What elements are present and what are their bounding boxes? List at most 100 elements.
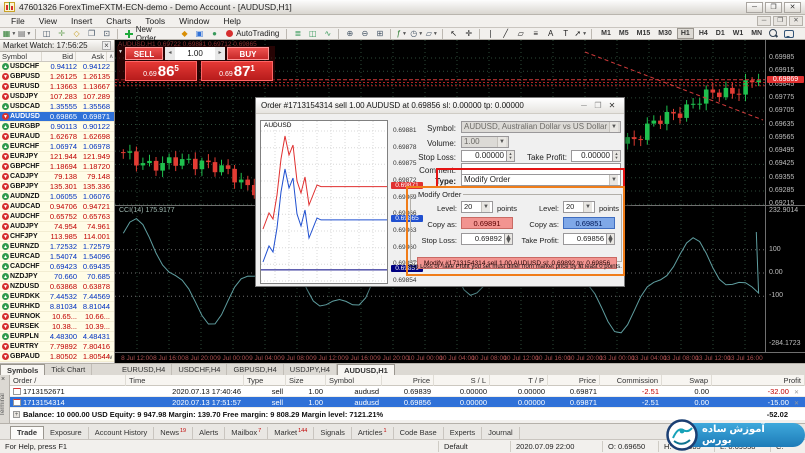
menu-view[interactable]: View — [32, 15, 64, 28]
buy-price[interactable]: 0.69 87 1 — [201, 61, 273, 81]
auto-scroll-icon[interactable]: ✛ — [55, 28, 68, 39]
market-watch-row-usdchf[interactable]: ▲USDCHF0.941120.94122 — [0, 62, 114, 72]
copy-as-tp-button[interactable]: 0.69851 — [563, 217, 615, 229]
volume-decrease-icon[interactable]: ◂ — [165, 47, 175, 60]
terminal-column-sl[interactable]: S / L — [434, 375, 490, 386]
timeframe-m30[interactable]: M30 — [655, 29, 675, 38]
market-watch-row-audcad[interactable]: ▼AUDCAD0.947060.94721 — [0, 202, 114, 212]
terminal-tab-articles[interactable]: Articles1 — [352, 427, 394, 439]
menu-insert[interactable]: Insert — [64, 15, 99, 28]
chart-tab-usdchf-h4[interactable]: USDCHF,H4 — [172, 364, 227, 375]
market-watch-row-eurchf[interactable]: ▲EURCHF1.069741.06978 — [0, 142, 114, 152]
level-select-tp[interactable]: 20 ▼ — [563, 201, 595, 213]
terminal-row-1713154314[interactable]: 17131543142020.07.13 17:51:57sell1.00aud… — [10, 397, 805, 408]
market-watch-row-audchf[interactable]: ▼AUDCHF0.657520.65763 — [0, 212, 114, 222]
zoom-window-icon[interactable]: ⊡ — [100, 28, 113, 39]
dialog-close-icon[interactable]: ✕ — [605, 101, 619, 110]
arrows-icon[interactable]: ➚▼ — [574, 28, 587, 39]
timeframe-h4[interactable]: H4 — [696, 29, 711, 38]
terminal-column-order[interactable]: Order / — [10, 375, 126, 386]
column-symbol[interactable]: Symbol — [0, 52, 42, 61]
terminal-tab-alerts[interactable]: Alerts — [193, 427, 225, 439]
menu-charts[interactable]: Charts — [99, 15, 138, 28]
terminal-tab-journal[interactable]: Journal — [482, 427, 520, 439]
tab-tick-chart[interactable]: Tick Chart — [45, 364, 92, 375]
chart-close-button[interactable]: ✕ — [789, 16, 803, 26]
text-icon[interactable]: A — [544, 28, 557, 39]
terminal-column-symbol[interactable]: Symbol — [326, 375, 382, 386]
terminal-column-type[interactable]: Type — [244, 375, 286, 386]
terminal-tab-signals[interactable]: Signals — [314, 427, 352, 439]
label-icon[interactable]: T — [559, 28, 572, 39]
terminal-column-swap[interactable]: Swap — [662, 375, 712, 386]
market-watch-row-eurtry[interactable]: ▼EURTRY7.798927.80416 — [0, 342, 114, 352]
market-watch-row-gbpchf[interactable]: ▼GBPCHF1.186941.18720 — [0, 162, 114, 172]
indicators-icon[interactable]: ƒ▼ — [395, 28, 408, 39]
volume-select[interactable]: 1.00 ▼ — [461, 136, 509, 148]
market-watch-row-eurnok[interactable]: ▼EURNOK10.65...10.66... — [0, 312, 114, 322]
market-watch-row-gbpusd[interactable]: ▼GBPUSD1.261251.26135 — [0, 72, 114, 82]
terminal-tab-account-history[interactable]: Account History — [89, 427, 155, 439]
chart-tab-usdjpy-h4[interactable]: USDJPY,H4 — [284, 364, 337, 375]
new-chart-icon[interactable]: ▦▼ — [3, 28, 16, 39]
zoom-in-icon[interactable]: ⊕ — [343, 28, 356, 39]
scroll-up-icon[interactable]: ∧ — [107, 53, 115, 60]
sell-button[interactable]: SELL — [125, 47, 163, 60]
trendline-icon[interactable]: ╱ — [499, 28, 512, 39]
level-select-sl[interactable]: 20 ▼ — [461, 201, 493, 213]
chart-minimize-button[interactable]: ─ — [757, 16, 771, 26]
chat-icon[interactable] — [784, 30, 794, 38]
channel-icon[interactable]: ▱ — [514, 28, 527, 39]
market-watch-row-audusd[interactable]: ▼AUDUSD0.698650.69871 — [0, 112, 114, 122]
time-axis[interactable]: 8 Jul 12:008 Jul 16:008 Jul 20:009 Jul 0… — [115, 352, 805, 363]
timeframe-d1[interactable]: D1 — [713, 29, 728, 38]
symbol-select[interactable]: AUDUSD, Australian Dollar vs US Dollar ▼ — [461, 121, 621, 133]
templates-icon[interactable]: ▱▼ — [425, 28, 438, 39]
stop-loss-input[interactable]: 0.00000 — [461, 150, 507, 162]
terminal-close-icon[interactable]: × — [1, 376, 5, 383]
timeframe-w1[interactable]: W1 — [730, 29, 747, 38]
search-icon[interactable] — [769, 29, 778, 38]
market-watch-row-gbpjpy[interactable]: ▼GBPJPY135.301135.336 — [0, 182, 114, 192]
bar-chart-icon[interactable]: ≣ — [291, 28, 304, 39]
market-watch-row-eurgbp[interactable]: ▲EURGBP0.901130.90122 — [0, 122, 114, 132]
status-profile[interactable]: Default — [439, 441, 511, 452]
dialog-maximize-icon[interactable]: ❐ — [591, 101, 605, 110]
column-bid[interactable]: Bid — [42, 52, 76, 61]
terminal-column-size[interactable]: Size — [286, 375, 326, 386]
fibonacci-icon[interactable]: ≡ — [529, 28, 542, 39]
copy-as-sl-button[interactable]: 0.69891 — [461, 217, 513, 229]
history-center-icon[interactable]: ◆ — [178, 28, 191, 39]
market-watch-row-eurusd[interactable]: ▼EURUSD1.136631.13667 — [0, 82, 114, 92]
timeframe-mn[interactable]: MN — [748, 29, 765, 38]
terminal-tab-trade[interactable]: Trade — [10, 426, 44, 439]
take-profit-spinner[interactable]: ▲▼ — [607, 233, 615, 245]
market-watch-close-icon[interactable]: × — [102, 41, 111, 50]
market-watch-row-eurpln[interactable]: ▲EURPLN4.483004.48431 — [0, 332, 114, 342]
strategy-tester-icon[interactable]: ● — [208, 28, 221, 39]
terminal-row-1713152671[interactable]: 17131526712020.07.13 17:40:46sell1.00aud… — [10, 386, 805, 397]
terminal-column-time[interactable]: Time — [126, 375, 244, 386]
terminal-tab-mailbox[interactable]: Mailbox7 — [225, 427, 268, 439]
dialog-titlebar[interactable]: Order #1713154314 sell 1.00 AUDUSD at 0.… — [256, 98, 624, 114]
market-watch-row-eurcad[interactable]: ▲EURCAD1.540741.54096 — [0, 252, 114, 262]
menu-window[interactable]: Window — [172, 15, 216, 28]
market-watch-row-nzdjpy[interactable]: ▲NZDJPY70.66070.685 — [0, 272, 114, 282]
timeframe-m1[interactable]: M1 — [598, 29, 614, 38]
chart-tab-audusd-h1[interactable]: AUDUSD,H1 — [337, 364, 395, 375]
market-watch-row-eurhkd[interactable]: ▲EURHKD8.810348.81044 — [0, 302, 114, 312]
take-profit-spinner[interactable]: ▲▼ — [613, 150, 621, 162]
price-axis[interactable]: 0.699850.699150.698450.697750.697050.696… — [765, 40, 805, 352]
market-watch-row-nzdusd[interactable]: ▼NZDUSD0.638680.63878 — [0, 282, 114, 292]
crosshair-icon[interactable]: ✛ — [462, 28, 475, 39]
column-ask[interactable]: Ask — [76, 52, 107, 61]
market-watch-row-usdjpy[interactable]: ▼USDJPY107.283107.289 — [0, 92, 114, 102]
modify-stop-loss-input[interactable]: 0.69892 — [461, 233, 505, 245]
market-watch-row-audnzd[interactable]: ▲AUDNZD1.060551.06076 — [0, 192, 114, 202]
terminal-column-profit[interactable]: Profit — [712, 375, 805, 386]
chart-shift-icon[interactable]: ◫ — [40, 28, 53, 39]
menu-file[interactable]: File — [4, 15, 32, 28]
maximize-button[interactable]: ❐ — [765, 2, 782, 13]
take-profit-input[interactable]: 0.00000 — [571, 150, 613, 162]
cursor-icon[interactable]: ↖ — [447, 28, 460, 39]
